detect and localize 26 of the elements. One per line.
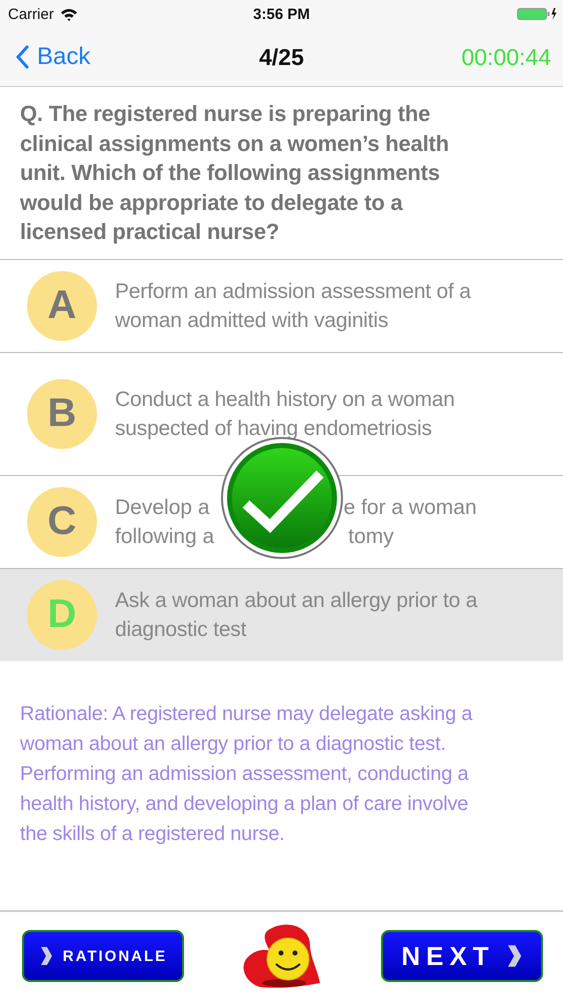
chevron-left-icon: [16, 45, 29, 69]
option-text: Perform an admission assessment of a woman admitted with vaginitis: [115, 278, 472, 334]
option-text: Conduct a health history on a woman suspected of having endometriosis: [115, 386, 456, 442]
option-letter: A: [27, 270, 97, 340]
option-text: tomy: [348, 524, 394, 550]
wifi-icon: [60, 8, 78, 20]
option-text: e for a woman: [344, 494, 477, 520]
option-text: Ask a woman about an allergy prior to a diagnostic test: [115, 588, 478, 642]
status-time: 3:56 PM: [253, 6, 310, 22]
carrier-name: Carrier: [8, 6, 54, 22]
rationale-text: Rationale: A registered nurse may delegate asking a woman about an allergy prior to a diagnostic test. Performing an admission assessment, conducting a health history, and developing a plan of care involve the skills of a registered nurse.: [19, 702, 474, 846]
rationale-button[interactable]: RATIONALE: [22, 930, 184, 982]
option-letter: C: [27, 486, 97, 556]
answer-option[interactable]: B Conduct a health history on a woman suspected of having endometriosis: [0, 352, 563, 476]
battery-icon: [517, 7, 557, 21]
option-letter: B: [27, 378, 97, 448]
answer-option[interactable]: A Perform an admission assessment of a woman admitted with vaginitis: [0, 260, 563, 352]
next-button[interactable]: NEXT: [381, 930, 543, 982]
option-text: Develop a: [115, 494, 210, 520]
option-text: following a: [115, 524, 214, 550]
timer: 00:00:44: [461, 44, 551, 70]
answer-option[interactable]: D Ask a woman about an allergy prior to a diagnostic test: [0, 568, 563, 660]
back-button[interactable]: Back: [16, 43, 90, 71]
chevron-right-icon: [38, 946, 53, 966]
option-letter: D: [27, 580, 97, 650]
question-counter: 4/25: [259, 44, 304, 70]
